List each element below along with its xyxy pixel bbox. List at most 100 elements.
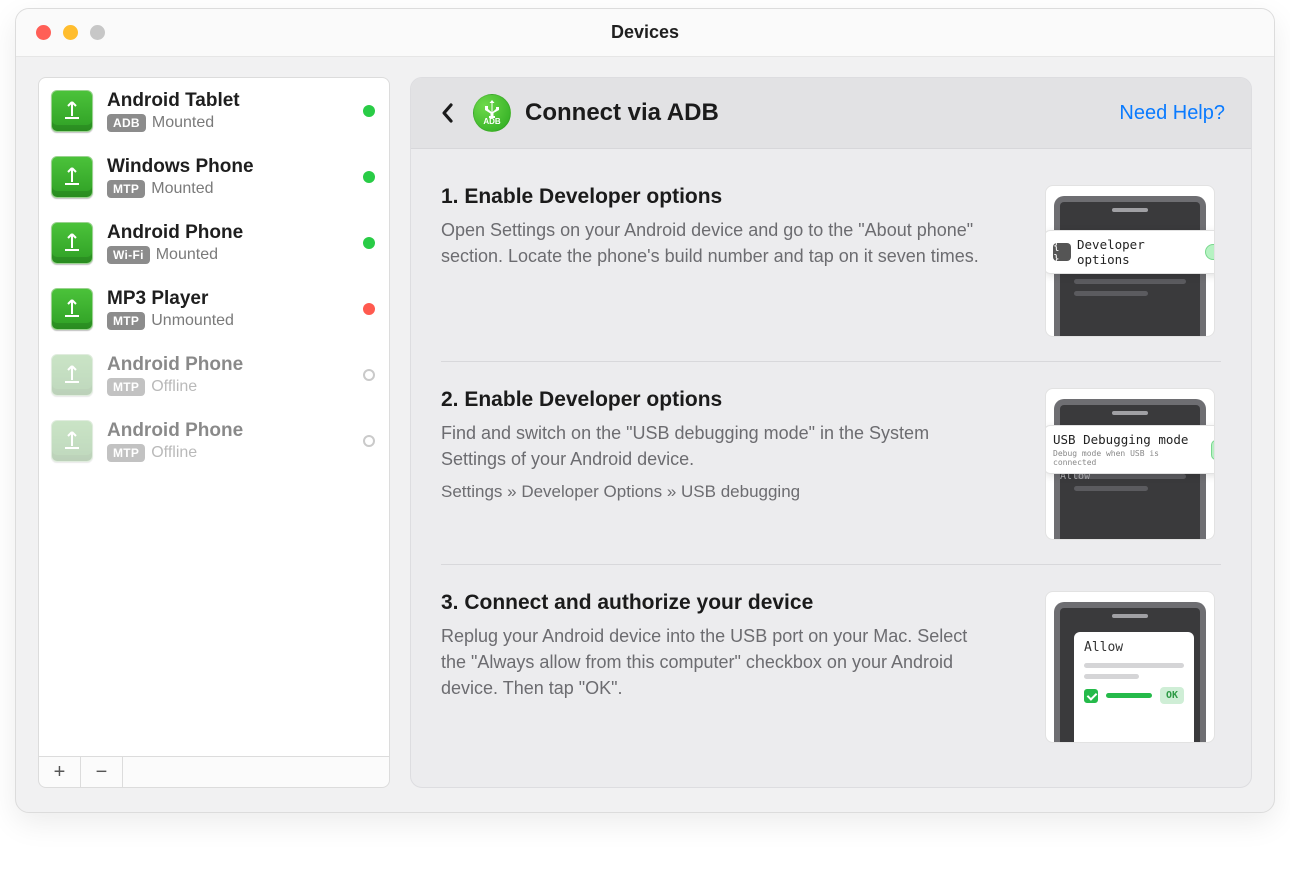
device-row[interactable]: Android Phone MTP Offline: [39, 342, 389, 408]
usb-debugging-card: USB Debugging mode Debug mode when USB i…: [1045, 425, 1215, 474]
step-text: 1. Enable Developer options Open Setting…: [441, 185, 995, 337]
step-title: 3. Connect and authorize your device: [441, 591, 995, 615]
text-placeholder-icon: [1106, 693, 1152, 698]
device-icon: [51, 156, 93, 198]
device-name: Windows Phone: [107, 156, 349, 178]
status-indicator-icon: [363, 171, 375, 183]
phone-mockup: Allow USB Debugging mode Debug mode when…: [1045, 388, 1215, 540]
phone-speaker-icon: [1112, 208, 1148, 212]
protocol-badge: MTP: [107, 312, 145, 330]
protocol-badge: Wi-Fi: [107, 246, 150, 264]
phone-speaker-icon: [1112, 614, 1148, 618]
step-body: Open Settings on your Android device and…: [441, 217, 995, 269]
phone-mockup: Allow OK: [1045, 591, 1215, 743]
status-indicator-icon: [363, 237, 375, 249]
device-subline: MTP Unmounted: [107, 312, 349, 330]
minimize-window-button[interactable]: [63, 25, 78, 40]
device-subline: MTP Offline: [107, 444, 349, 462]
checkbox-checked-icon: [1084, 689, 1098, 703]
step-illustration: Allow USB Debugging mode Debug mode when…: [1021, 388, 1221, 540]
close-window-button[interactable]: [36, 25, 51, 40]
sidebar: Android Tablet ADB Mounted Windows Phone: [38, 77, 390, 788]
device-name: MP3 Player: [107, 288, 349, 310]
device-icon: [51, 354, 93, 396]
checkbox-checked-icon: ✓: [1211, 440, 1215, 460]
device-icon: [51, 288, 93, 330]
authorize-dialog: Allow OK: [1074, 632, 1194, 742]
step-3: 3. Connect and authorize your device Rep…: [441, 565, 1221, 767]
step-body: Replug your Android device into the USB …: [441, 623, 995, 701]
device-row[interactable]: Android Phone MTP Offline: [39, 408, 389, 474]
status-indicator-icon: [363, 435, 375, 447]
device-text: Android Phone Wi-Fi Mounted: [107, 222, 349, 264]
device-text: MP3 Player MTP Unmounted: [107, 288, 349, 330]
usb-glyph-icon: [484, 100, 500, 118]
adb-badge-text: ADB: [483, 117, 500, 126]
device-status: Offline: [151, 444, 197, 462]
step-title: 1. Enable Developer options: [441, 185, 995, 209]
content-area: Android Tablet ADB Mounted Windows Phone: [16, 57, 1274, 812]
status-indicator-icon: [363, 369, 375, 381]
usb-adb-icon: ADB: [473, 94, 511, 132]
preferences-window: Devices Android Tablet ADB Mounted: [15, 8, 1275, 813]
device-list: Android Tablet ADB Mounted Windows Phone: [38, 77, 390, 756]
need-help-link[interactable]: Need Help?: [1119, 102, 1225, 125]
footer-spacer: [123, 757, 389, 787]
device-row[interactable]: Android Phone Wi-Fi Mounted: [39, 210, 389, 276]
zoom-window-button[interactable]: [90, 25, 105, 40]
code-braces-icon: { }: [1053, 243, 1071, 261]
device-text: Android Tablet ADB Mounted: [107, 90, 349, 132]
back-button[interactable]: [437, 99, 459, 127]
device-name: Android Phone: [107, 420, 349, 442]
developer-options-card: { } Developer options: [1045, 230, 1215, 274]
protocol-badge: MTP: [107, 444, 145, 462]
device-row[interactable]: Android Tablet ADB Mounted: [39, 78, 389, 144]
device-icon: [51, 90, 93, 132]
device-status: Unmounted: [151, 312, 234, 330]
device-status: Mounted: [156, 246, 218, 264]
window-controls: [16, 25, 105, 40]
device-name: Android Phone: [107, 354, 349, 376]
step-body: Find and switch on the "USB debugging mo…: [441, 420, 995, 472]
titlebar: Devices: [16, 9, 1274, 57]
protocol-badge: ADB: [107, 114, 146, 132]
status-indicator-icon: [363, 105, 375, 117]
device-icon: [51, 222, 93, 264]
device-row[interactable]: Windows Phone MTP Mounted: [39, 144, 389, 210]
card-text: USB Debugging mode Debug mode when USB i…: [1053, 432, 1205, 467]
step-1: 1. Enable Developer options Open Setting…: [441, 159, 1221, 362]
device-subline: Wi-Fi Mounted: [107, 246, 349, 264]
step-2: 2. Enable Developer options Find and swi…: [441, 362, 1221, 565]
ok-button-mock: OK: [1160, 687, 1184, 704]
device-subline: ADB Mounted: [107, 114, 349, 132]
add-device-button[interactable]: +: [39, 757, 81, 787]
panel-header: ADB Connect via ADB Need Help?: [411, 78, 1251, 149]
device-text: Windows Phone MTP Mounted: [107, 156, 349, 198]
device-status: Mounted: [151, 180, 213, 198]
always-allow-row: OK: [1084, 687, 1184, 704]
step-breadcrumb: Settings » Developer Options » USB debug…: [441, 482, 995, 502]
phone-speaker-icon: [1112, 411, 1148, 415]
steps-container: 1. Enable Developer options Open Setting…: [411, 149, 1251, 787]
device-subline: MTP Mounted: [107, 180, 349, 198]
device-name: Android Tablet: [107, 90, 349, 112]
allow-label: Allow: [1084, 640, 1184, 655]
device-status: Offline: [151, 378, 197, 396]
device-row[interactable]: MP3 Player MTP Unmounted: [39, 276, 389, 342]
device-list-footer: + −: [38, 756, 390, 788]
device-text: Android Phone MTP Offline: [107, 354, 349, 396]
card-label: Developer options: [1077, 237, 1199, 267]
remove-device-button[interactable]: −: [81, 757, 123, 787]
window-title: Devices: [16, 22, 1274, 43]
toggle-on-icon: [1205, 244, 1215, 260]
phone-body: Allow OK: [1054, 602, 1206, 742]
step-title: 2. Enable Developer options: [441, 388, 995, 412]
step-text: 2. Enable Developer options Find and swi…: [441, 388, 995, 540]
protocol-badge: MTP: [107, 378, 145, 396]
status-indicator-icon: [363, 303, 375, 315]
device-icon: [51, 420, 93, 462]
panel-title: Connect via ADB: [525, 99, 1105, 127]
step-text: 3. Connect and authorize your device Rep…: [441, 591, 995, 743]
protocol-badge: MTP: [107, 180, 145, 198]
card-label: USB Debugging mode: [1053, 432, 1205, 447]
